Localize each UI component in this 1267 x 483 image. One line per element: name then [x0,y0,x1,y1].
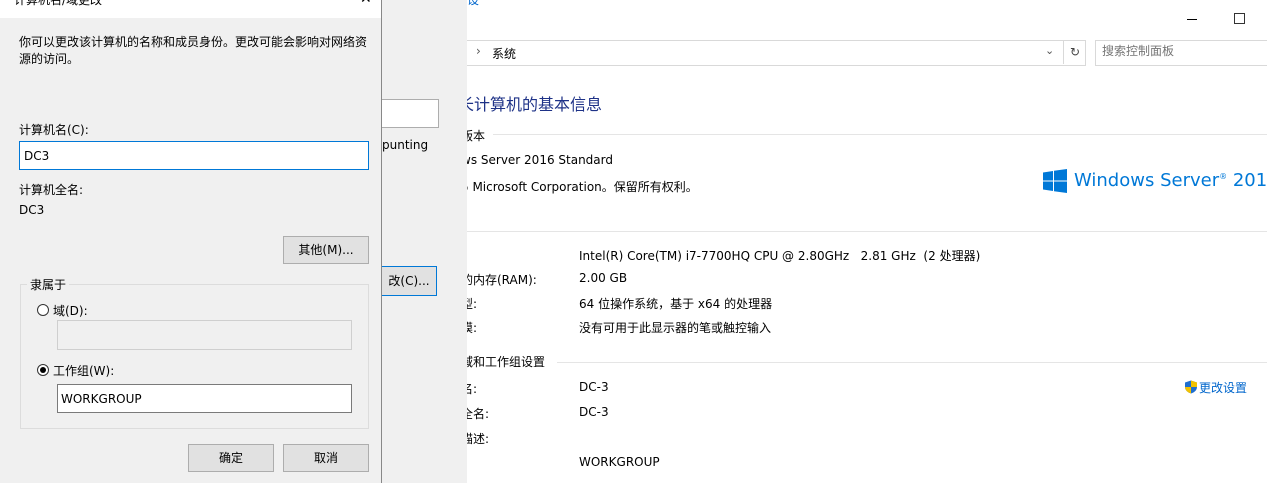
workgroup-radio-label[interactable]: 工作组(W): [53,362,114,379]
computer-name-label: 计算机名(C): [19,123,89,137]
computer-name-input[interactable] [19,141,369,170]
member-of-label: 隶属于 [27,276,70,293]
change-settings-link[interactable]: 更改设置 [1184,379,1247,396]
domain-input [57,320,352,350]
divider [493,134,1267,135]
maximize-button[interactable] [1234,13,1245,24]
full-computer-name-value: DC3 [19,203,45,217]
chevron-down-icon[interactable]: ⌄ [1045,44,1054,57]
pen-touch-value: 没有可用于此显示器的笔或触控输入 [579,321,772,335]
system-properties-dialog [382,0,467,483]
domain-radio-label[interactable]: 域(D): [53,302,88,319]
computer-name-value: DC-3 [579,380,609,394]
workgroup-input[interactable] [57,384,352,413]
title-link[interactable]: 设 [467,0,479,8]
description-field[interactable] [382,99,439,128]
divider [467,231,1267,232]
breadcrumb[interactable]: 系统 [492,45,516,62]
search-input[interactable] [1102,44,1252,58]
close-button[interactable]: ✕ [360,0,372,7]
logo-version: 2016 [1232,170,1267,191]
edition-name: ws Server 2016 Standard [461,153,613,167]
full-name-value: DC-3 [579,405,609,419]
windows-logo-icon [1043,169,1067,193]
divider [557,362,1267,363]
workgroup-value: WORKGROUP [579,455,660,469]
search-box[interactable] [1095,40,1267,66]
more-button[interactable]: 其他(M)... [283,236,369,264]
domain-section-title: 域和工作组设置 [461,355,546,369]
ram-value: 2.00 GB [579,271,628,285]
system-type-value: 64 位操作系统，基于 x64 的处理器 [579,297,773,311]
minimize-button[interactable] [1185,12,1199,26]
workgroup-radio[interactable] [37,364,49,376]
product-logo: Windows Server® 2016 [1074,170,1267,191]
ok-button[interactable]: 确定 [188,444,274,472]
logo-text: Windows Server [1074,170,1220,191]
cancel-button[interactable]: 取消 [283,444,369,472]
uac-shield-icon [1185,380,1197,394]
domain-radio[interactable] [37,304,49,316]
address-bar[interactable] [467,40,1086,66]
change-settings-label[interactable]: 更改设置 [1199,381,1247,395]
processor-value: Intel(R) Core(TM) i7-7700HQ CPU @ 2.80GH… [579,249,981,263]
refresh-button[interactable]: ↻ [1063,40,1086,64]
edition-copyright: 5 Microsoft Corporation。保留所有权利。 [461,180,698,194]
breadcrumb-chevron-icon: › [476,44,481,58]
dialog-title: 计算机名/域更改 [14,0,103,7]
page-title: 长计算机的基本信息 [458,95,603,114]
dialog-description: 你可以更改该计算机的名称和成员身份。更改可能会影响对网络资源的访问。 [19,35,368,66]
full-computer-name-label: 计算机全名: [19,183,84,197]
ram-label: 的内存(RAM): [461,273,537,287]
props-text: punting [382,138,429,152]
change-button[interactable]: 改(C)... [382,266,437,296]
